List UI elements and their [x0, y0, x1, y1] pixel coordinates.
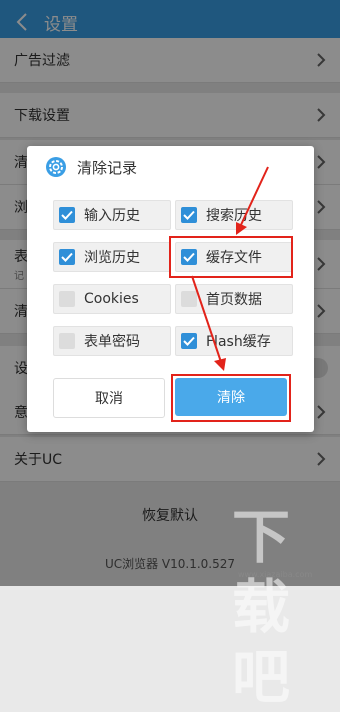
checkmark-icon	[61, 252, 73, 262]
cache-files-highlight	[169, 236, 293, 278]
checkmark-icon	[61, 210, 73, 220]
option-label: 输入历史	[84, 208, 140, 224]
checkbox[interactable]	[181, 291, 197, 307]
option-label: 表单密码	[84, 334, 140, 350]
site-watermark-url: www.xiazaiba.com	[238, 570, 313, 579]
option-label: 浏览历史	[84, 250, 140, 266]
option-label: 搜索历史	[206, 208, 262, 224]
option-homepage-data[interactable]: 首页数据	[175, 284, 293, 314]
option-label: Flash缓存	[206, 334, 271, 350]
option-label: 首页数据	[206, 292, 262, 308]
option-cookies[interactable]: Cookies	[53, 284, 171, 314]
clear-button-highlight	[171, 374, 291, 422]
gear-icon	[46, 157, 66, 177]
checkbox[interactable]	[59, 291, 75, 307]
option-browse-history[interactable]: 浏览历史	[53, 242, 171, 272]
option-input-history[interactable]: 输入历史	[53, 200, 171, 230]
checkbox[interactable]	[59, 249, 75, 265]
checkbox[interactable]	[59, 333, 75, 349]
clear-records-dialog: 清除记录 输入历史 搜索历史 浏览历史 缓存文件 Cookies 首页数据 表单…	[27, 146, 314, 432]
dialog-header: 清除记录	[45, 154, 137, 180]
option-form-passwords[interactable]: 表单密码	[53, 326, 171, 356]
dialog-title: 清除记录	[77, 158, 138, 177]
cancel-button[interactable]: 取消	[53, 378, 165, 418]
option-label: Cookies	[84, 291, 139, 307]
checkmark-icon	[183, 210, 195, 220]
site-watermark-logo: 下载吧	[232, 503, 291, 711]
checkbox[interactable]	[181, 207, 197, 223]
option-search-history[interactable]: 搜索历史	[175, 200, 293, 230]
checkbox[interactable]	[181, 333, 197, 349]
checkbox[interactable]	[59, 207, 75, 223]
option-flash-cache[interactable]: Flash缓存	[175, 326, 293, 356]
checkmark-icon	[183, 336, 195, 346]
